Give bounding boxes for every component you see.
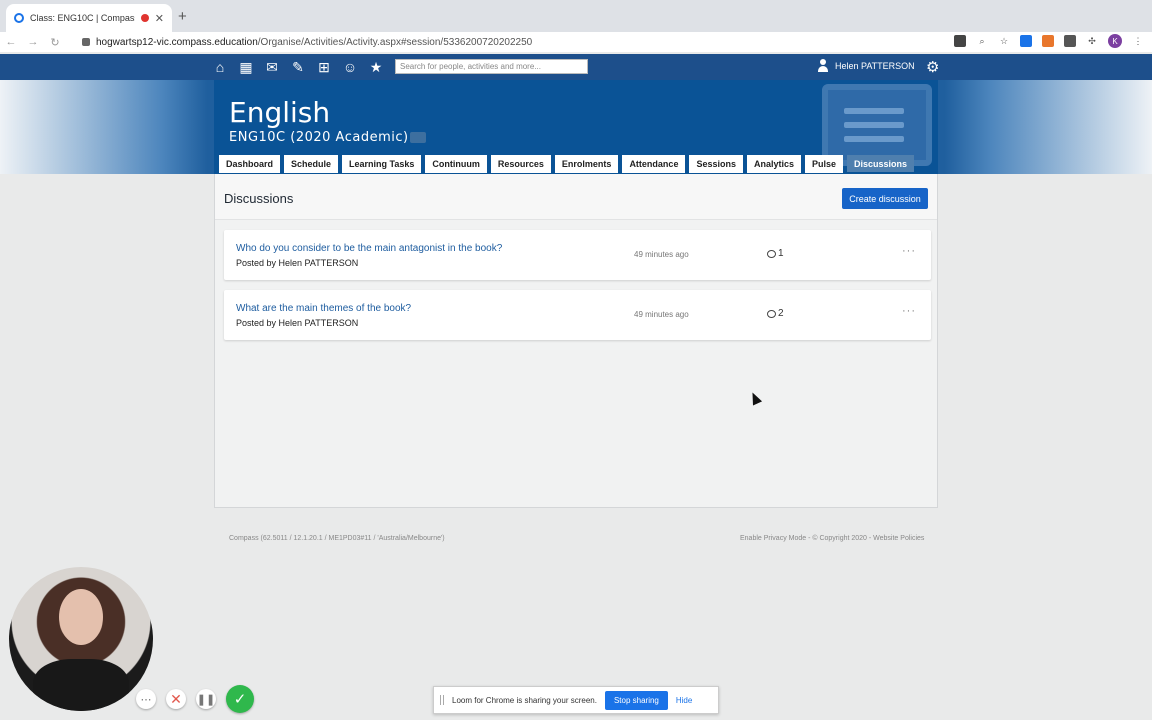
- more-actions-icon[interactable]: ···: [902, 305, 916, 317]
- discussion-card[interactable]: What are the main themes of the book? Pos…: [224, 290, 931, 340]
- lock-icon: [82, 38, 90, 46]
- new-tab-button[interactable]: +: [178, 8, 187, 25]
- discussions-panel: Discussions Create discussion Who do you…: [214, 174, 938, 508]
- tab-continuum[interactable]: Continuum: [425, 155, 487, 173]
- browser-tab-title: Class: ENG10C | Compass: [30, 13, 135, 23]
- tab-discussions[interactable]: Discussions: [847, 155, 915, 172]
- pencil-icon[interactable]: ✎: [289, 58, 307, 76]
- user-icon: [817, 59, 829, 73]
- compass-favicon-icon: [14, 13, 24, 23]
- reload-icon[interactable]: ↻: [44, 36, 66, 49]
- tab-learning-tasks[interactable]: Learning Tasks: [342, 155, 422, 173]
- people-icon[interactable]: ☺: [341, 58, 359, 76]
- hide-button[interactable]: Hide: [676, 696, 692, 705]
- user-menu[interactable]: Helen PATTERSON: [817, 59, 915, 73]
- reply-count-value: 2: [778, 308, 784, 319]
- discussion-author: Posted by Helen PATTERSON: [236, 318, 359, 328]
- webcam-bubble[interactable]: [9, 567, 153, 711]
- document-line: [844, 108, 904, 114]
- discussion-title[interactable]: Who do you consider to be the main antag…: [236, 243, 502, 254]
- close-tab-icon[interactable]: ✕: [155, 12, 164, 25]
- url-text: hogwartsp12-vic.compass.education/Organi…: [96, 37, 532, 48]
- browser-toolbar: ← → ↻ hogwartsp12-vic.compass.education/…: [0, 32, 1152, 52]
- more-options-icon[interactable]: ⋯: [136, 689, 156, 709]
- extension-icons: ⌕ ☆ ✣ K ⋮: [954, 34, 1144, 48]
- grid-icon[interactable]: ⊞: [315, 58, 333, 76]
- footer-version: Compass (62.5011 / 12.1.20.1 / ME1PD03#1…: [229, 535, 445, 542]
- camera-icon[interactable]: [954, 35, 966, 47]
- star-icon[interactable]: ★: [367, 58, 385, 76]
- tab-schedule[interactable]: Schedule: [284, 155, 339, 173]
- extension-orange-icon[interactable]: [1042, 35, 1054, 47]
- calendar-icon[interactable]: ▦: [237, 58, 255, 76]
- gear-icon[interactable]: ⚙: [926, 58, 939, 76]
- discussion-title[interactable]: What are the main themes of the book?: [236, 303, 411, 314]
- more-actions-icon[interactable]: ···: [902, 245, 916, 257]
- banner-chip-icon: [410, 132, 426, 143]
- finish-recording-icon[interactable]: ✓: [226, 685, 254, 713]
- compass-nav-bar: ⌂ ▦ ✉ ✎ ⊞ ☺ ★ Search for people, activit…: [0, 54, 1152, 80]
- stop-sharing-button[interactable]: Stop sharing: [604, 690, 668, 710]
- address-bar[interactable]: hogwartsp12-vic.compass.education/Organi…: [78, 34, 938, 50]
- tab-resources[interactable]: Resources: [490, 155, 551, 173]
- browser-tab-bar: Class: ENG10C | Compass ✕ +: [0, 0, 1152, 32]
- document-line: [844, 136, 904, 142]
- profile-avatar-icon[interactable]: K: [1108, 34, 1122, 48]
- discussion-card[interactable]: Who do you consider to be the main antag…: [224, 230, 931, 280]
- browser-tab[interactable]: Class: ENG10C | Compass ✕: [6, 4, 172, 32]
- tab-sessions[interactable]: Sessions: [689, 155, 743, 173]
- webcam-person-face: [59, 589, 103, 645]
- cancel-recording-icon[interactable]: ✕: [166, 689, 186, 709]
- reply-count-value: 1: [778, 248, 784, 259]
- document-line: [844, 122, 904, 128]
- discussion-author: Posted by Helen PATTERSON: [236, 258, 359, 268]
- loom-controls: ⋯ ✕ ❚❚ ✓: [136, 685, 254, 713]
- extension-gray-icon[interactable]: [1064, 35, 1076, 47]
- nav-icon-group: ⌂ ▦ ✉ ✎ ⊞ ☺ ★: [211, 58, 385, 76]
- comment-bubble-icon: [767, 249, 776, 258]
- panel-header: Discussions Create discussion: [215, 174, 937, 220]
- tab-enrolments[interactable]: Enrolments: [554, 155, 619, 173]
- tab-dashboard[interactable]: Dashboard: [219, 155, 281, 173]
- footer-links[interactable]: Enable Privacy Mode - © Copyright 2020 -…: [740, 535, 924, 542]
- create-discussion-button[interactable]: Create discussion: [842, 188, 928, 209]
- zoom-icon[interactable]: ⌕: [976, 35, 988, 47]
- extension-blue-icon[interactable]: [1020, 35, 1032, 47]
- tab-pulse[interactable]: Pulse: [805, 155, 844, 173]
- document-graphic-icon: [822, 84, 932, 166]
- comment-bubble-icon: [767, 309, 776, 318]
- pause-icon[interactable]: ❚❚: [196, 689, 216, 709]
- people-search-input[interactable]: Search for people, activities and more..…: [395, 59, 588, 74]
- panel-title: Discussions: [224, 191, 294, 206]
- recording-dot-icon: [140, 14, 149, 22]
- url-path: /Organise/Activities/Activity.aspx#sessi…: [257, 36, 533, 48]
- class-tabs: Dashboard Schedule Learning Tasks Continuum…: [219, 155, 915, 173]
- tab-attendance[interactable]: Attendance: [622, 155, 686, 173]
- discussion-time: 49 minutes ago: [634, 310, 689, 319]
- drag-grip-icon[interactable]: [440, 695, 444, 705]
- back-icon[interactable]: ←: [0, 36, 22, 48]
- tab-analytics[interactable]: Analytics: [746, 155, 802, 173]
- screen-share-bar: Loom for Chrome is sharing your screen. …: [433, 686, 719, 714]
- reply-count: 1: [767, 248, 784, 259]
- reply-count: 2: [767, 308, 784, 319]
- class-title: English: [229, 96, 331, 129]
- menu-dots-icon[interactable]: ⋮: [1132, 35, 1144, 47]
- webcam-person-shirt: [33, 659, 129, 711]
- class-subtitle: ENG10C (2020 Academic): [229, 130, 409, 145]
- user-name: Helen PATTERSON: [835, 61, 915, 71]
- url-host: hogwartsp12-vic.compass.education: [96, 36, 258, 48]
- mail-icon[interactable]: ✉: [263, 58, 281, 76]
- star-icon[interactable]: ☆: [998, 35, 1010, 47]
- puzzle-icon[interactable]: ✣: [1086, 35, 1098, 47]
- home-icon[interactable]: ⌂: [211, 58, 229, 76]
- discussion-time: 49 minutes ago: [634, 250, 689, 259]
- share-notice: Loom for Chrome is sharing your screen.: [452, 695, 597, 705]
- forward-icon[interactable]: →: [22, 36, 44, 48]
